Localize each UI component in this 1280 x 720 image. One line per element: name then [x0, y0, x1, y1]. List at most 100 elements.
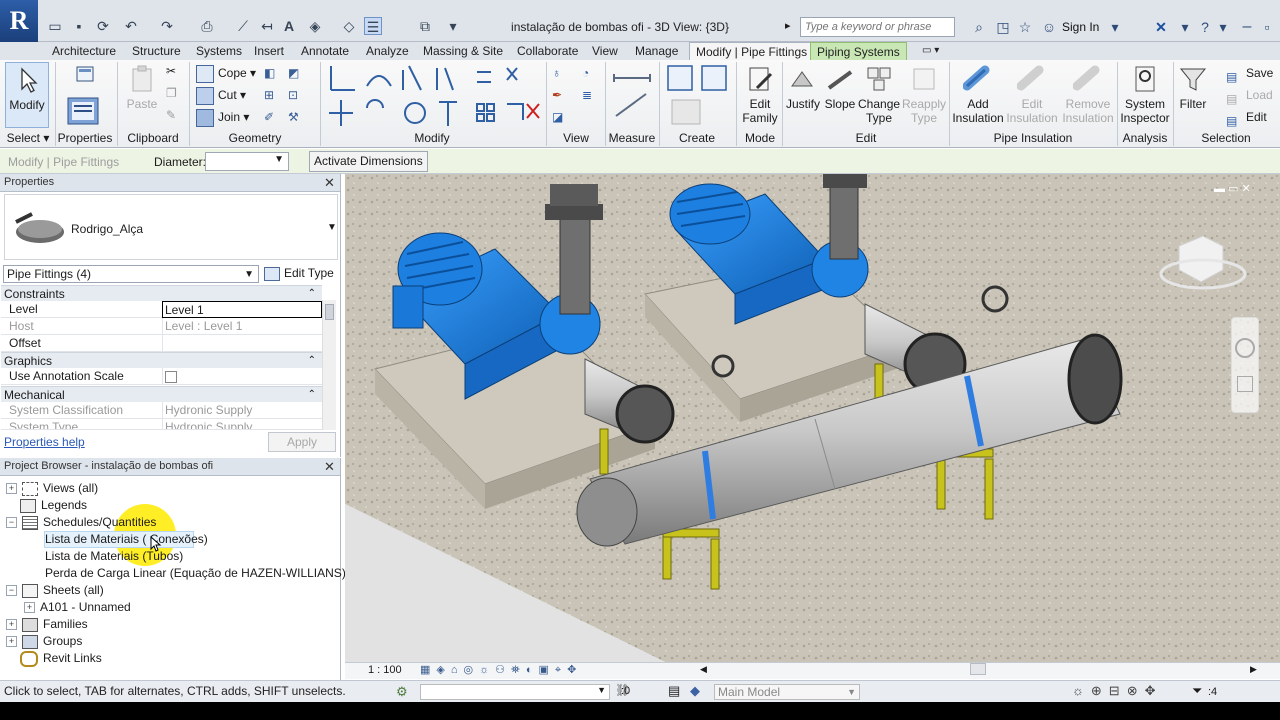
tab-architecture[interactable]: Architecture	[46, 42, 122, 60]
signin-dropdown-icon[interactable]: ▾	[1106, 18, 1124, 36]
tree-schedule-perda-carga[interactable]: Perda de Carga Linear (Equação de HAZEN-…	[45, 565, 346, 582]
filter-button[interactable]: Filter	[1176, 62, 1210, 128]
ribbon-minimize-icon[interactable]: ▭ ▾	[916, 42, 945, 60]
system-inspector-button[interactable]: System Inspector	[1120, 62, 1170, 128]
join-button[interactable]: Join ▾	[196, 106, 249, 128]
collapse-icon[interactable]: −	[6, 517, 17, 529]
override-graphics-icon[interactable]: ◔	[582, 66, 600, 84]
search-expand-icon[interactable]: ▸	[785, 19, 791, 32]
hide-bulb-icon[interactable]: ♁	[552, 66, 570, 84]
viewport-window-controls[interactable]: ▬ ▭ ✕	[1214, 182, 1251, 195]
cut-button[interactable]: Cut ▾	[196, 84, 246, 106]
expand-icon[interactable]: +	[6, 636, 17, 648]
expand-icon[interactable]: +	[24, 602, 35, 614]
user-icon[interactable]: ☺	[1040, 18, 1058, 36]
tree-groups[interactable]: + Groups	[6, 633, 82, 650]
open-icon[interactable]: ▭	[46, 17, 64, 35]
zoom-icon[interactable]	[1237, 376, 1253, 392]
tab-insert[interactable]: Insert	[248, 42, 290, 60]
print-icon[interactable]: ⎙	[198, 17, 216, 35]
tab-view[interactable]: View	[586, 42, 624, 60]
close-icon[interactable]: ✕	[324, 175, 335, 191]
modify-button[interactable]: Modify	[5, 62, 49, 128]
tree-legends[interactable]: Legends	[20, 497, 87, 514]
justify-button[interactable]: Justify	[785, 62, 821, 128]
scroll-right-icon[interactable]: ▶	[1250, 664, 1257, 675]
edit-family-button[interactable]: Edit Family	[740, 62, 780, 128]
paint-brush-icon[interactable]: ✐	[264, 110, 282, 128]
workset-dropdown[interactable]: ▼	[420, 684, 610, 700]
hammer-icon[interactable]: ⚒	[288, 110, 306, 128]
properties-help-link[interactable]: Properties help	[4, 435, 85, 449]
group-mechanical[interactable]: Mechanical ⌃	[1, 386, 322, 402]
cut-scissors-icon[interactable]: ✂	[166, 64, 184, 82]
switch-windows-icon[interactable]: ⧉	[416, 17, 434, 35]
tree-families[interactable]: + Families	[6, 616, 88, 633]
tab-analyze[interactable]: Analyze	[360, 42, 415, 60]
help-more-icon[interactable]: ▾	[1214, 18, 1232, 36]
horizontal-scroll-thumb[interactable]	[970, 663, 986, 675]
tab-modify-pipe-fittings[interactable]: Modify | Pipe Fittings	[689, 42, 815, 60]
copy-icon[interactable]: ❐	[166, 86, 184, 104]
properties-scrollbar[interactable]	[322, 300, 336, 430]
scroll-thumb[interactable]	[325, 304, 334, 320]
favorites-icon[interactable]: ☆	[1016, 18, 1034, 36]
instance-filter-dropdown[interactable]: Pipe Fittings (4) ▼	[3, 265, 259, 283]
help-icon[interactable]: ?	[1196, 18, 1214, 36]
create-tools[interactable]	[664, 64, 734, 128]
redo-icon[interactable]: ↷	[158, 17, 176, 35]
exchange-apps-icon[interactable]: ✕	[1152, 18, 1170, 36]
tree-schedules[interactable]: − Schedules/Quantities	[6, 514, 156, 531]
measure-icon[interactable]: ⟋	[234, 17, 252, 35]
tree-schedule-conexoes[interactable]: Lista de Materiais ( Conexões)	[45, 531, 208, 548]
thin-lines-icon[interactable]: ☰	[364, 17, 382, 35]
tab-manage[interactable]: Manage	[629, 42, 684, 60]
paint-icon[interactable]: ◩	[288, 66, 306, 84]
editing-requests-icon[interactable]: ▤	[668, 683, 680, 699]
select-panel-label[interactable]: Select ▾	[2, 131, 54, 147]
diameter-dropdown[interactable]: ▼	[205, 152, 289, 171]
minimize-icon[interactable]: –	[1238, 18, 1256, 36]
save-selection-button[interactable]: ▤ Save	[1226, 62, 1273, 84]
edit-insulation-button[interactable]: Edit Insulation	[1006, 62, 1058, 128]
wall-joins-icon[interactable]: ⊞	[264, 88, 282, 106]
design-options-icon[interactable]: ◆	[690, 683, 700, 699]
paste-button[interactable]: Paste	[122, 62, 162, 128]
offset-value-field[interactable]	[162, 335, 322, 352]
design-option-dropdown[interactable]: Main Model ▼	[714, 684, 860, 700]
tab-structure[interactable]: Structure	[126, 42, 187, 60]
add-insulation-button[interactable]: Add Insulation	[952, 62, 1004, 128]
demolish-icon[interactable]: ⊡	[288, 88, 306, 106]
annotation-scale-checkbox[interactable]	[165, 371, 177, 383]
steering-wheel-icon[interactable]	[1235, 338, 1255, 358]
save-icon[interactable]: ▪	[70, 17, 88, 35]
group-constraints[interactable]: Constraints ⌃	[1, 285, 322, 301]
tree-sheets[interactable]: − Sheets (all)	[6, 582, 104, 599]
tree-revit-links[interactable]: Revit Links	[20, 650, 102, 667]
restore-icon[interactable]: ▫	[1258, 18, 1276, 36]
tab-annotate[interactable]: Annotate	[295, 42, 355, 60]
slope-button[interactable]: Slope	[822, 62, 858, 128]
sign-in-link[interactable]: Sign In	[1062, 20, 1099, 34]
tab-massing-site[interactable]: Massing & Site	[417, 42, 509, 60]
tree-views[interactable]: + Views (all)	[6, 480, 98, 497]
edit-type-button[interactable]: Edit Type	[264, 264, 336, 283]
tab-piping-systems[interactable]: Piping Systems	[810, 42, 907, 60]
group-graphics[interactable]: Graphics ⌃	[1, 352, 322, 368]
search-input[interactable]	[800, 17, 955, 37]
cope-button[interactable]: Cope ▾	[196, 62, 256, 84]
tree-schedule-tubos[interactable]: Lista de Materiais (Tubos)	[45, 548, 183, 565]
filter-lines-icon[interactable]: ≣	[582, 88, 600, 106]
expand-icon[interactable]: +	[6, 483, 17, 495]
filter-funnel-icon[interactable]: ⏷	[1192, 683, 1202, 699]
subscription-icon[interactable]: ◳	[994, 18, 1012, 36]
3d-view-icon[interactable]: ◈	[306, 17, 324, 35]
dimension-icon[interactable]: ↤	[258, 17, 276, 35]
split-face-icon[interactable]: ◧	[264, 66, 282, 84]
reapply-type-button[interactable]: Reapply Type	[902, 62, 946, 128]
help-dropdown-icon[interactable]: ▾	[1176, 18, 1194, 36]
text-icon[interactable]: A	[280, 17, 298, 35]
type-dropdown-icon[interactable]: ▼	[327, 222, 337, 233]
close-icon[interactable]: ✕	[324, 459, 335, 475]
match-properties-icon[interactable]: ✎	[166, 108, 184, 126]
